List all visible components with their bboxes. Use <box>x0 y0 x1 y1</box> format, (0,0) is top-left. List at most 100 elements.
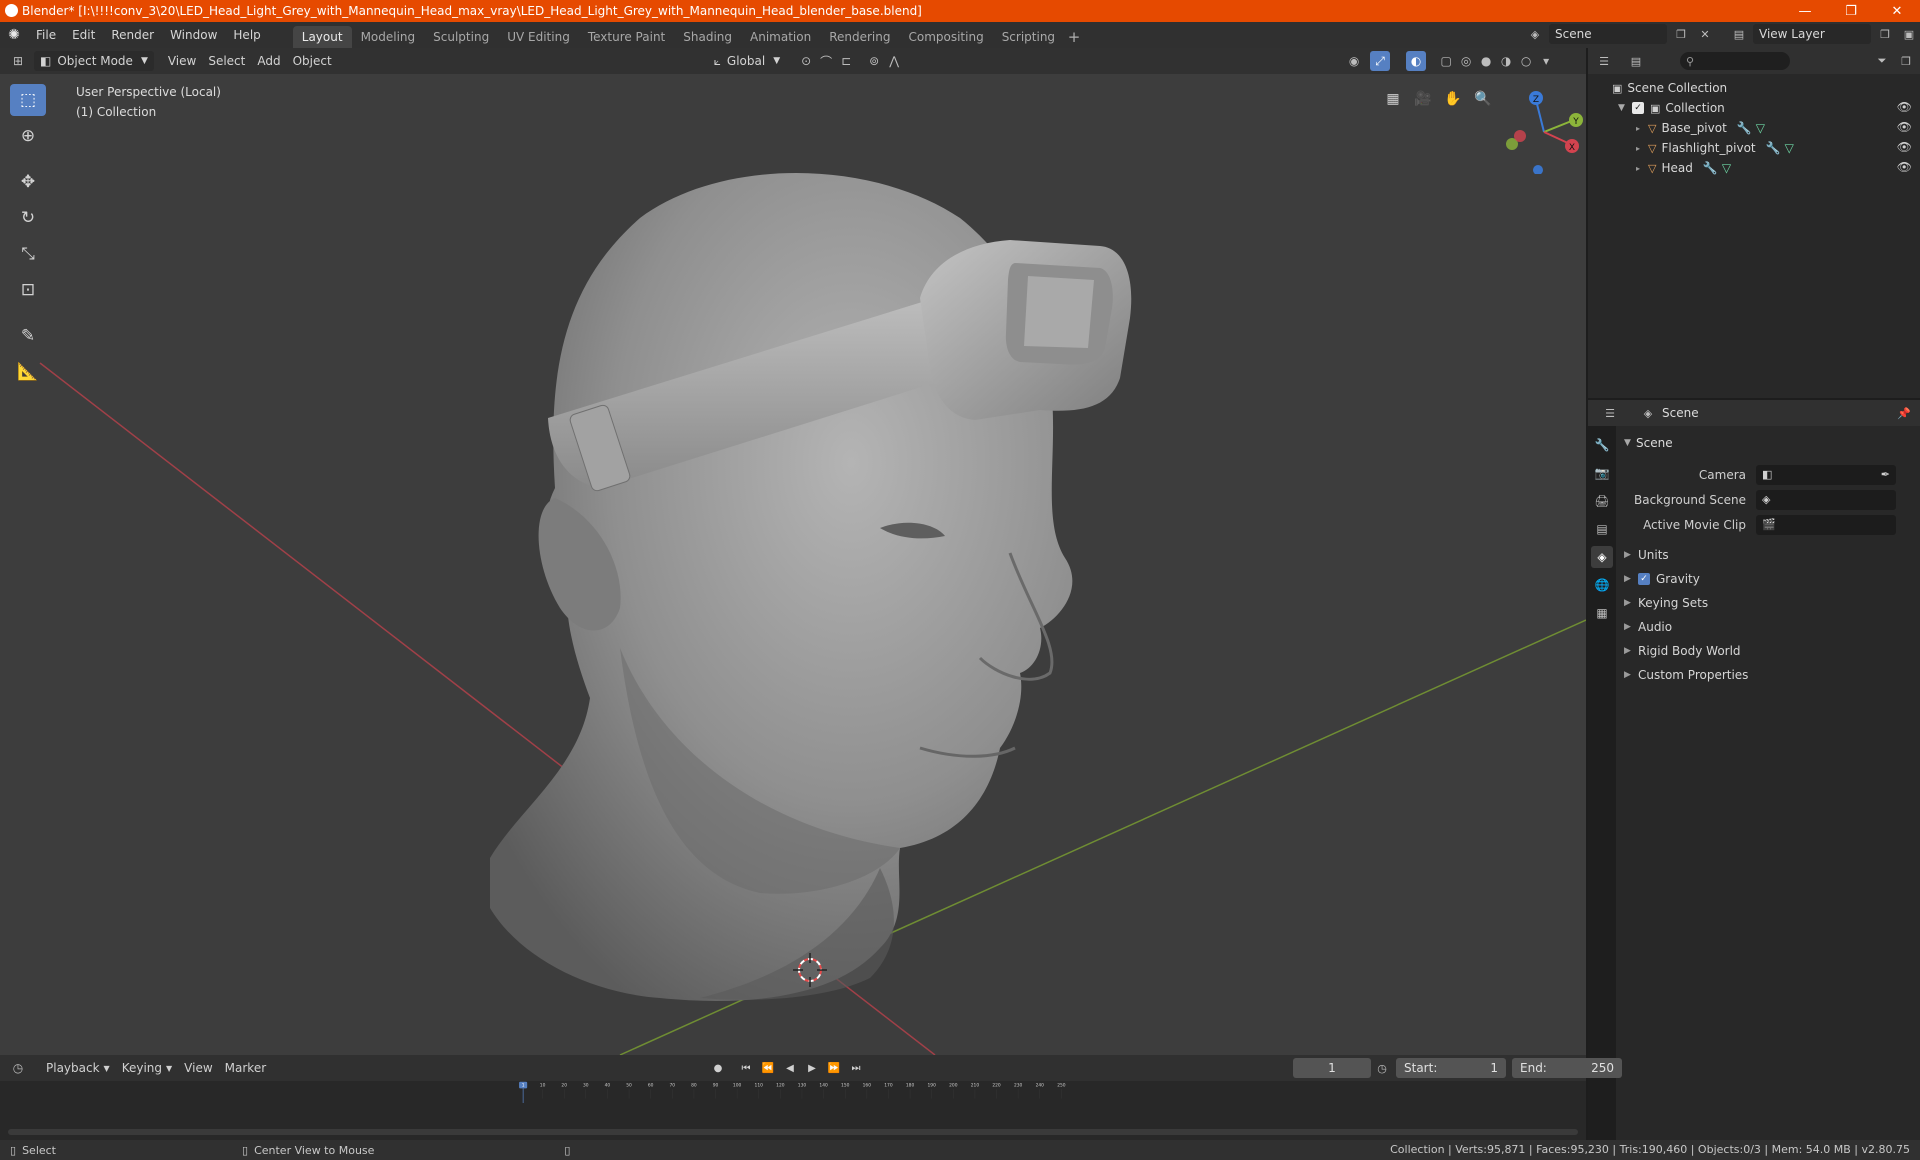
rotate-tool-icon[interactable]: ↻ <box>10 202 46 234</box>
expand-arrow-icon[interactable]: ▸ <box>1636 164 1648 173</box>
menu-file[interactable]: File <box>28 24 64 46</box>
mesh-data-icon[interactable]: ▽ <box>1722 161 1731 175</box>
units-panel-header[interactable]: ▶ Units <box>1618 543 1920 567</box>
snap-target-icon[interactable]: ⊏ <box>836 51 856 71</box>
gravity-checkbox[interactable]: ✓ <box>1638 573 1650 585</box>
add-workspace-button[interactable]: + <box>1064 26 1084 48</box>
active-movie-clip-field[interactable]: 🎬 <box>1756 514 1896 535</box>
material-shading-icon[interactable]: ◑ <box>1496 51 1516 71</box>
end-frame-field[interactable]: End: 250 <box>1512 1058 1622 1078</box>
mesh-data-icon[interactable]: ▽ <box>1756 121 1765 135</box>
tab-modeling[interactable]: Modeling <box>352 26 425 48</box>
tab-scripting[interactable]: Scripting <box>993 26 1064 48</box>
proportional-edit-icon[interactable]: ⊚ <box>864 51 884 71</box>
minimize-button[interactable]: — <box>1782 0 1828 22</box>
jump-end-icon[interactable]: ⏭ <box>846 1058 866 1078</box>
tab-layout[interactable]: Layout <box>292 26 352 48</box>
view-layer-tab-icon[interactable]: ▤ <box>1591 518 1613 540</box>
tab-shading[interactable]: Shading <box>674 26 741 48</box>
maximize-button[interactable]: ❐ <box>1828 0 1874 22</box>
outliner-row-scene-collection[interactable]: ▣ Scene Collection <box>1588 78 1920 98</box>
menu-edit[interactable]: Edit <box>64 24 103 46</box>
texture-tab-icon[interactable]: ▦ <box>1591 602 1613 624</box>
properties-editor-type-icon[interactable]: ☰ <box>1600 403 1620 423</box>
modifier-wrench-icon[interactable]: 🔧 <box>1703 161 1718 175</box>
mode-dropdown[interactable]: ◧ Object Mode ▼ <box>34 51 154 71</box>
visibility-icon[interactable]: ◉ <box>1344 51 1364 71</box>
scene-icon[interactable]: ◈ <box>1525 24 1545 44</box>
pin-icon[interactable]: 📌 <box>1894 403 1914 423</box>
timeline-view-menu[interactable]: View <box>178 1058 218 1078</box>
tab-texture-paint[interactable]: Texture Paint <box>579 26 674 48</box>
scale-tool-icon[interactable]: ⤡ <box>10 238 46 270</box>
rendered-shading-icon[interactable]: ○ <box>1516 51 1536 71</box>
menu-select[interactable]: Select <box>202 51 251 71</box>
new-collection-icon[interactable]: ❐ <box>1896 51 1916 71</box>
tab-uv-editing[interactable]: UV Editing <box>498 26 579 48</box>
shading-options-icon[interactable]: ▾ <box>1536 51 1556 71</box>
playback-menu[interactable]: Playback ▼ <box>40 1058 116 1078</box>
background-scene-field[interactable]: ◈ <box>1756 489 1896 510</box>
modifier-wrench-icon[interactable]: 🔧 <box>1766 141 1781 155</box>
cursor-tool-icon[interactable]: ⊕ <box>10 120 46 152</box>
timeline-scrollbar[interactable] <box>8 1129 1578 1135</box>
preview-range-icon[interactable]: ◷ <box>1372 1058 1392 1078</box>
mesh-data-icon[interactable]: ▽ <box>1785 141 1794 155</box>
display-mode-icon[interactable]: ▤ <box>1626 51 1646 71</box>
record-icon[interactable]: ● <box>708 1058 728 1078</box>
jump-keyframe-back-icon[interactable]: ⏪ <box>758 1058 778 1078</box>
menu-object[interactable]: Object <box>287 51 338 71</box>
keying-sets-panel-header[interactable]: ▶ Keying Sets <box>1618 591 1920 615</box>
current-frame-field[interactable]: 1 <box>1293 1058 1371 1078</box>
eye-icon[interactable]: 👁 <box>1897 100 1912 114</box>
render-tab-icon[interactable]: 📷 <box>1591 462 1613 484</box>
outliner-search-input[interactable]: ⚲ <box>1680 52 1790 70</box>
modifier-wrench-icon[interactable]: 🔧 <box>1737 121 1752 135</box>
camera-field[interactable]: ◧ ✒ <box>1756 464 1896 485</box>
3d-viewport[interactable]: ⊞ ◧ Object Mode ▼ View Select Add Object… <box>0 48 1586 1055</box>
eyedropper-icon[interactable]: ✒ <box>1881 468 1890 481</box>
keying-menu[interactable]: Keying ▼ <box>116 1058 178 1078</box>
annotate-tool-icon[interactable]: ✎ <box>10 320 46 352</box>
gizmo-toggle-icon[interactable]: ⤢ <box>1370 51 1391 71</box>
jump-start-icon[interactable]: ⏮ <box>736 1058 756 1078</box>
pan-hand-icon[interactable]: ✋ <box>1440 86 1466 112</box>
outliner-row-flashlight-pivot[interactable]: ▸ ▽ Flashlight_pivot 🔧 ▽ 👁 <box>1588 138 1920 158</box>
snap-icon[interactable]: ⌒ <box>816 51 836 71</box>
play-icon[interactable]: ▶ <box>802 1058 822 1078</box>
move-tool-icon[interactable]: ✥ <box>10 166 46 198</box>
expand-arrow-icon[interactable]: ▸ <box>1636 144 1648 153</box>
expand-arrow-icon[interactable]: ▸ <box>1636 124 1648 133</box>
rigid-body-world-panel-header[interactable]: ▶ Rigid Body World <box>1618 639 1920 663</box>
pivot-point-icon[interactable]: ⊙ <box>796 51 816 71</box>
tool-tab-icon[interactable]: 🔧 <box>1591 434 1613 456</box>
xray-icon[interactable]: ▢ <box>1436 51 1456 71</box>
output-tab-icon[interactable]: 🖨 <box>1591 490 1613 512</box>
gravity-panel-header[interactable]: ▶ ✓ Gravity <box>1618 567 1920 591</box>
filter-icon[interactable]: ⏷ <box>1872 51 1892 71</box>
navigation-gizmo[interactable]: Z Y X <box>1490 84 1586 174</box>
menu-help[interactable]: Help <box>225 24 268 46</box>
view-layer-field[interactable]: View Layer <box>1753 24 1871 44</box>
outliner-editor-type-icon[interactable]: ☰ <box>1594 51 1614 71</box>
eye-icon[interactable]: 👁 <box>1897 140 1912 154</box>
play-reverse-icon[interactable]: ◀ <box>780 1058 800 1078</box>
tab-rendering[interactable]: Rendering <box>820 26 899 48</box>
outliner-row-base-pivot[interactable]: ▸ ▽ Base_pivot 🔧 ▽ 👁 <box>1588 118 1920 138</box>
eye-icon[interactable]: 👁 <box>1897 160 1912 174</box>
menu-window[interactable]: Window <box>162 24 225 46</box>
view-layer-icon[interactable]: ▤ <box>1729 24 1749 44</box>
falloff-icon[interactable]: ⋀ <box>884 51 904 71</box>
tab-animation[interactable]: Animation <box>741 26 820 48</box>
timeline-ruler[interactable]: 10 20 30 40 50 60 70 80 90 100 110 120 130 140 150 160 1… <box>0 1081 1586 1103</box>
marker-menu[interactable]: Marker <box>219 1058 272 1078</box>
world-tab-icon[interactable]: 🌐 <box>1591 574 1613 596</box>
measure-tool-icon[interactable]: 📐 <box>10 356 46 388</box>
eye-icon[interactable]: 👁 <box>1897 120 1912 134</box>
camera-view-icon[interactable]: 🎥 <box>1410 86 1436 112</box>
outliner-row-head[interactable]: ▸ ▽ Head 🔧 ▽ 👁 <box>1588 158 1920 178</box>
new-view-layer-icon[interactable]: ❐ <box>1875 24 1895 44</box>
outliner-row-collection[interactable]: ▼ ✓ ▣ Collection 👁 <box>1588 98 1920 118</box>
collection-checkbox[interactable]: ✓ <box>1632 102 1644 114</box>
blender-menu-icon[interactable]: ✺ <box>0 24 28 46</box>
